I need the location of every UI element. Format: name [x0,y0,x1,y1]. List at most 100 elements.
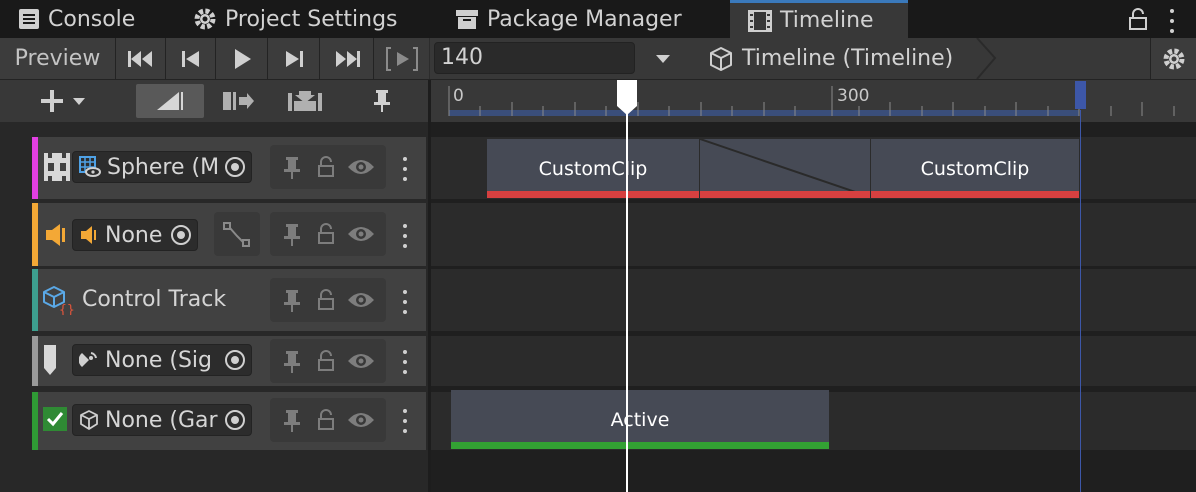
track-menu-icon[interactable] [403,157,407,181]
ripple-mode-button[interactable] [212,84,264,118]
track-menu-icon[interactable] [403,350,407,374]
preview-button[interactable]: Preview [0,38,116,79]
object-picker-icon[interactable] [225,157,245,177]
track-animation[interactable]: Sphere (M [32,137,426,199]
animation-track-icon [44,153,70,181]
next-frame-button[interactable] [268,38,320,79]
lock-icon[interactable] [1128,8,1148,30]
chevron-down-icon [656,54,670,63]
tab-console[interactable]: Console [0,0,165,38]
step-back-icon [181,50,199,67]
tab-label: Project Settings [225,6,398,32]
current-frame-field[interactable]: 140 [434,42,635,74]
lock-icon[interactable] [317,156,335,178]
tab-timeline[interactable]: Timeline [730,0,908,38]
sphere-object-field[interactable]: Sphere (M [72,151,252,183]
gameobject-icon [80,410,98,430]
custom-clip[interactable]: CustomClip [871,139,1079,198]
track-binding-label: None (Gar [105,407,218,433]
object-picker-icon[interactable] [225,350,245,370]
window-menu-icon[interactable] [1170,9,1174,33]
replace-mode-button[interactable] [274,84,336,118]
track-menu-icon[interactable] [403,409,407,433]
timeline-toolbar: Preview 140 Timeline (Timeline) [0,38,1196,80]
curve-icon [223,222,250,247]
signal-receiver-field[interactable]: None (Sig [72,344,252,376]
lock-icon[interactable] [317,350,335,372]
timeline-selector-dropdown[interactable] [640,38,686,79]
eye-icon[interactable] [346,410,376,430]
track-controls [270,278,386,322]
blend-region[interactable] [700,139,870,198]
play-range-button[interactable] [374,38,430,79]
track-lane [431,203,1196,266]
clip-color-bar [487,191,699,198]
play-button[interactable] [216,38,268,79]
lock-icon[interactable] [317,409,335,431]
playhead-handle[interactable] [616,80,638,116]
tab-label: Package Manager [487,6,682,32]
pin-icon[interactable] [282,350,302,374]
window-tab-bar: Console Project Settings Package Manager… [0,0,1196,38]
gameobject-field[interactable]: None (Gar [72,404,252,436]
clip-label: Active [610,408,670,431]
snap-ramp-icon [157,92,183,110]
animator-icon [79,156,101,177]
pin-icon[interactable] [282,223,302,247]
signal-receiver-icon [79,352,97,367]
tab-package-manager[interactable]: Package Manager [437,0,727,38]
track-color-stripe [32,392,38,450]
track-signal[interactable]: None (Sig [32,336,426,386]
lock-icon[interactable] [317,289,335,311]
last-frame-button[interactable] [320,38,374,79]
object-picker-icon[interactable] [171,225,191,245]
playhead-line [626,104,628,492]
track-header-toolbar [0,80,428,122]
track-menu-icon[interactable] [403,290,407,314]
track-control[interactable]: {} Control Track [32,269,426,331]
clip-color-bar [871,191,1079,198]
activation-check-icon [43,407,67,431]
track-controls [270,145,386,189]
step-forward-icon [285,50,303,67]
ripple-icon [223,92,254,110]
breadcrumb[interactable]: Timeline (Timeline) [688,38,953,79]
speaker-icon [46,224,65,246]
track-color-stripe [32,336,38,386]
timeline-end-marker[interactable] [1075,81,1086,109]
custom-clip[interactable]: CustomClip [487,139,699,198]
eye-icon[interactable] [346,290,376,310]
clip-label: CustomClip [538,157,648,180]
cube-icon [710,46,732,71]
pin-icon[interactable] [282,156,302,180]
track-binding-label: Sphere (M [107,154,220,180]
lock-pin-button[interactable] [352,84,412,118]
preview-label: Preview [14,46,101,71]
eye-icon[interactable] [346,224,376,244]
first-frame-button[interactable] [116,38,166,79]
clip-area[interactable]: CustomClip CustomClip Active [431,122,1196,492]
object-picker-icon[interactable] [225,410,245,430]
ruler-tick-label: 300 [837,86,870,106]
tab-project-settings[interactable]: Project Settings [175,0,435,38]
track-menu-icon[interactable] [403,224,407,248]
eye-icon[interactable] [346,351,376,371]
gear-icon [194,8,216,30]
timeline-settings-button[interactable] [1150,38,1196,79]
clip-color-bar [451,442,829,449]
add-track-button[interactable] [30,82,104,120]
replace-icon [288,91,322,111]
track-activation[interactable]: None (Gar [32,392,426,450]
track-color-stripe [32,269,38,331]
pin-icon[interactable] [282,289,302,313]
previous-frame-button[interactable] [166,38,216,79]
curves-toggle[interactable] [214,212,260,256]
audio-source-field[interactable]: None [72,219,198,251]
pin-icon [374,90,390,112]
lock-icon[interactable] [317,223,335,245]
active-clip[interactable]: Active [451,390,829,449]
snap-to-frame-toggle[interactable] [136,84,204,118]
track-audio[interactable]: None [32,203,426,266]
pin-icon[interactable] [282,409,302,433]
eye-icon[interactable] [346,157,376,177]
